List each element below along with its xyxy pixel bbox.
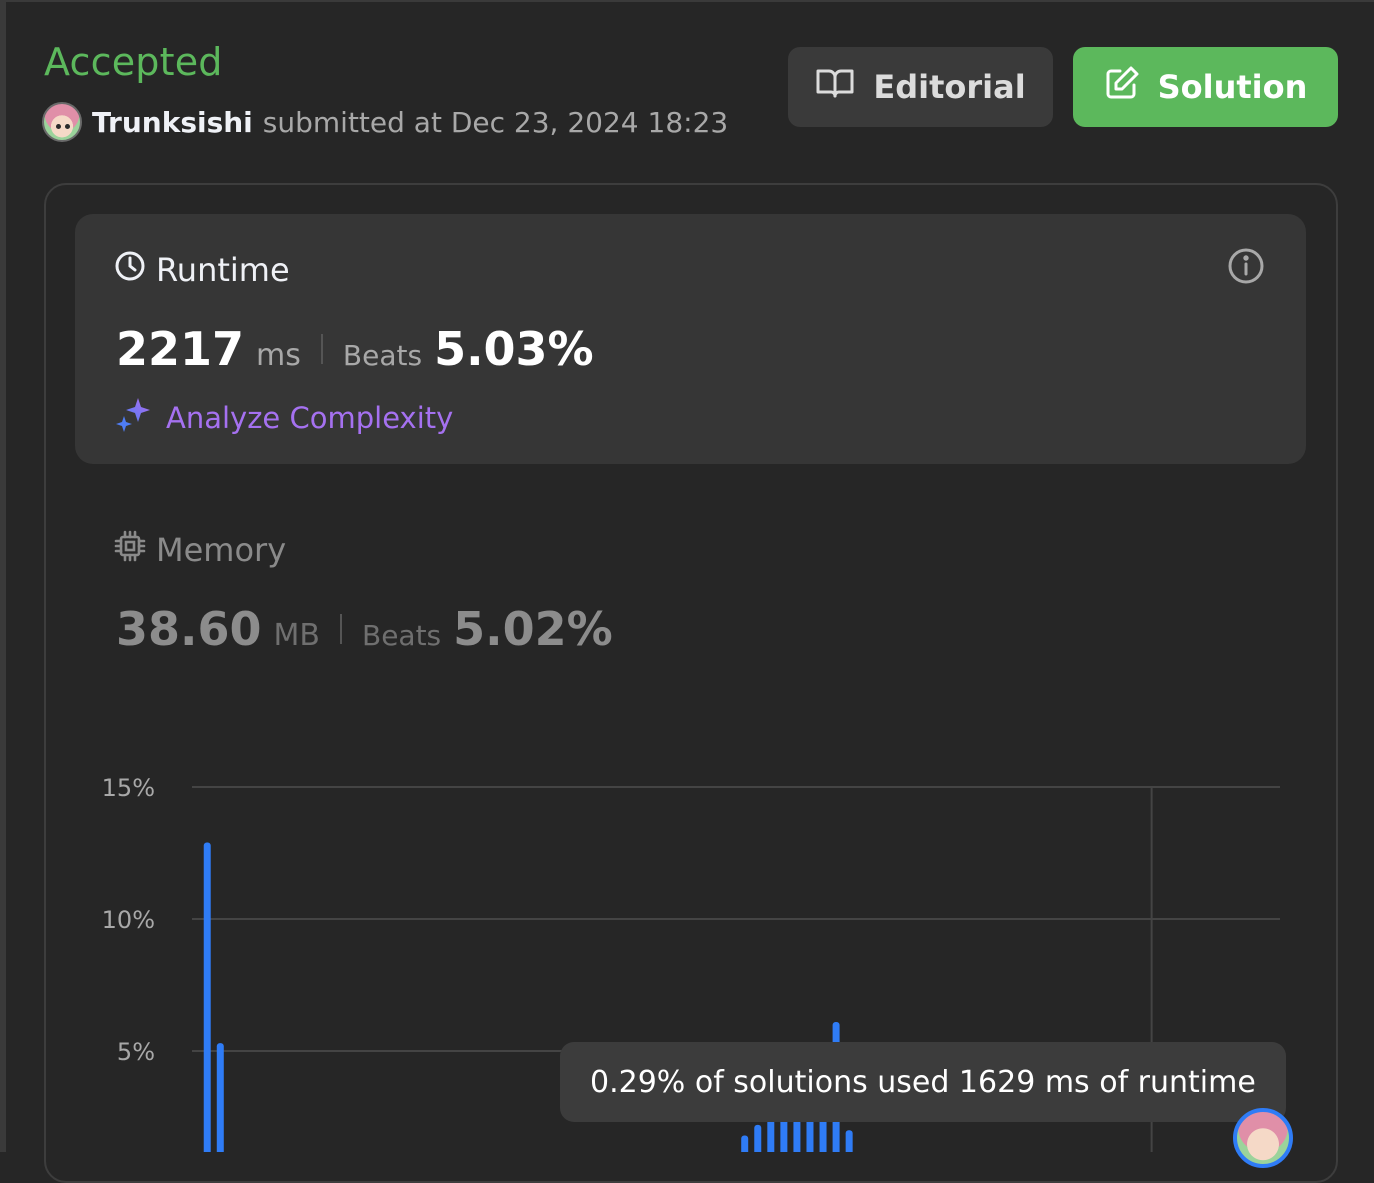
chart-bar[interactable] <box>754 1124 762 1152</box>
chart-bar[interactable] <box>741 1135 749 1152</box>
y-tick-label: 5% <box>117 1038 155 1066</box>
chart-tooltip: 0.29% of solutions used 1629 ms of runti… <box>560 1042 1286 1122</box>
tooltip-text: 0.29% of solutions used 1629 ms of runti… <box>590 1064 1256 1100</box>
your-submission-marker-avatar[interactable] <box>1233 1108 1293 1168</box>
runtime-distribution-chart[interactable]: 15% 10% 5% <box>0 0 1374 1152</box>
chart-bar[interactable] <box>845 1130 853 1152</box>
chart-bar[interactable] <box>793 1119 801 1152</box>
chart-bar[interactable] <box>767 1119 775 1152</box>
y-tick-label: 10% <box>102 906 155 934</box>
y-tick-label: 15% <box>102 774 155 802</box>
chart-bar[interactable] <box>203 842 211 1152</box>
chart-bar[interactable] <box>216 1043 224 1152</box>
